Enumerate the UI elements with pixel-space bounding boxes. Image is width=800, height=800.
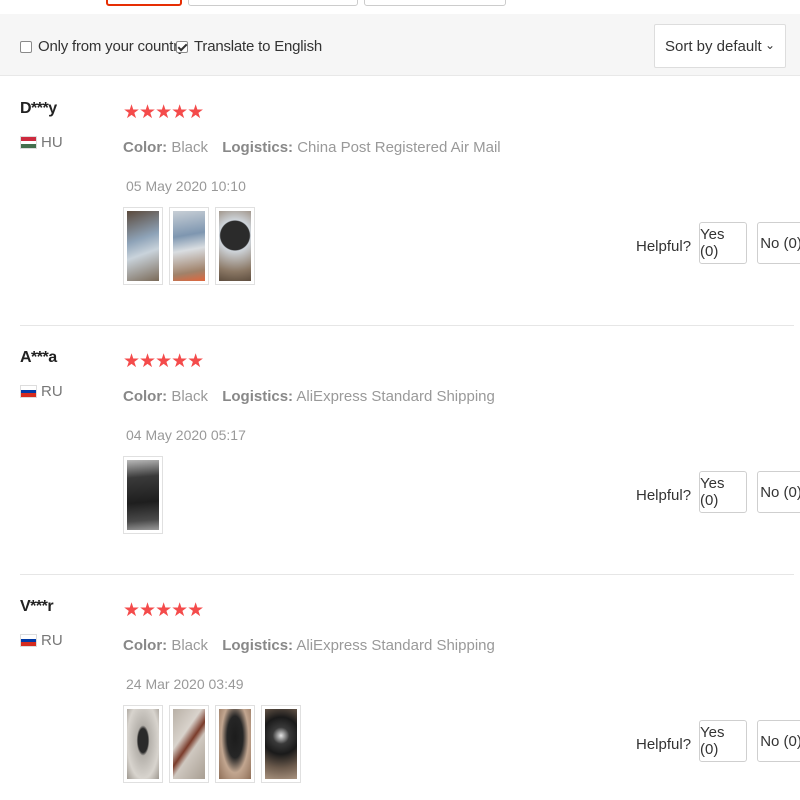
logistics-value: AliExpress Standard Shipping — [296, 388, 495, 405]
flag-ru-icon — [20, 634, 37, 647]
translate-label: Translate to English — [194, 38, 323, 55]
review-photo-thumbnail[interactable] — [123, 705, 163, 783]
logistics-value: China Post Registered Air Mail — [297, 139, 501, 156]
review-photo-thumbnail[interactable] — [123, 456, 163, 534]
star-rating: ★★★★★ — [123, 102, 204, 123]
color-label: Color: — [123, 139, 168, 156]
tab-all[interactable] — [106, 0, 182, 6]
helpful-yes-button[interactable]: Yes (0) — [699, 720, 748, 762]
color-value: Black — [171, 139, 209, 156]
country-code: HU — [41, 134, 63, 151]
helpful-yes-button[interactable]: Yes (0) — [699, 222, 748, 264]
star-rating: ★★★★★ — [123, 351, 204, 372]
reviewer-country: RU — [20, 632, 63, 649]
review-date: 04 May 2020 05:17 — [126, 427, 246, 443]
review-attributes: Color: Black Logistics: China Post Regis… — [123, 139, 501, 156]
logistics-label: Logistics: — [222, 139, 294, 156]
reviewer-country: RU — [20, 383, 63, 400]
review-item: D***y HU ★★★★★ Color: Black Logistics: C… — [0, 77, 800, 326]
color-value: Black — [171, 637, 209, 654]
reviewer-name: V***r — [20, 598, 54, 615]
review-photos — [123, 456, 163, 534]
color-value: Black — [171, 388, 209, 405]
reviewer-name: D***y — [20, 100, 57, 117]
reviewer-name: A***a — [20, 349, 57, 366]
sort-select[interactable]: Sort by default ⌄ — [654, 24, 786, 68]
checkbox-icon — [20, 40, 32, 53]
review-attributes: Color: Black Logistics: AliExpress Stand… — [123, 637, 495, 654]
flag-ru-icon — [20, 385, 37, 398]
sort-label: Sort by default — [665, 37, 762, 55]
color-label: Color: — [123, 637, 168, 654]
review-item: A***a RU ★★★★★ Color: Black Logistics: A… — [0, 326, 800, 575]
helpful-label: Helpful? — [636, 237, 692, 255]
helpful-no-button[interactable]: No (0) — [757, 720, 800, 762]
helpful-label: Helpful? — [636, 486, 692, 504]
checkbox-checked-icon — [176, 40, 188, 53]
flag-hu-icon — [20, 136, 37, 149]
review-item: V***r RU ★★★★★ Color: Black Logistics: A… — [0, 575, 800, 800]
review-photo-thumbnail[interactable] — [169, 705, 209, 783]
review-photos — [123, 207, 255, 285]
tab-additional[interactable] — [364, 0, 506, 6]
logistics-label: Logistics: — [222, 388, 294, 405]
review-photo-thumbnail[interactable] — [215, 207, 255, 285]
helpful-section: Helpful? Yes (0) No (0) — [636, 222, 800, 264]
helpful-section: Helpful? Yes (0) No (0) — [636, 720, 800, 762]
review-date: 05 May 2020 10:10 — [126, 178, 246, 194]
helpful-no-button[interactable]: No (0) — [757, 471, 800, 513]
tab-photo[interactable] — [188, 0, 358, 6]
logistics-value: AliExpress Standard Shipping — [296, 637, 495, 654]
only-country-checkbox[interactable]: Only from your country — [20, 38, 186, 55]
review-photos — [123, 705, 301, 783]
review-attributes: Color: Black Logistics: AliExpress Stand… — [123, 388, 495, 405]
color-label: Color: — [123, 388, 168, 405]
helpful-label: Helpful? — [636, 735, 692, 753]
review-photo-thumbnail[interactable] — [261, 705, 301, 783]
helpful-yes-button[interactable]: Yes (0) — [699, 471, 748, 513]
chevron-down-icon: ⌄ — [764, 38, 775, 52]
star-rating: ★★★★★ — [123, 600, 204, 621]
helpful-section: Helpful? Yes (0) No (0) — [636, 471, 800, 513]
only-country-label: Only from your country — [38, 38, 186, 55]
country-code: RU — [41, 632, 63, 649]
translate-checkbox[interactable]: Translate to English — [176, 38, 322, 55]
review-photo-thumbnail[interactable] — [169, 207, 209, 285]
logistics-label: Logistics: — [222, 637, 294, 654]
helpful-no-button[interactable]: No (0) — [757, 222, 800, 264]
reviewer-country: HU — [20, 134, 63, 151]
review-tabs — [0, 0, 800, 14]
review-photo-thumbnail[interactable] — [215, 705, 255, 783]
review-date: 24 Mar 2020 03:49 — [126, 676, 244, 692]
filter-bar: Only from your country Translate to Engl… — [0, 14, 800, 76]
country-code: RU — [41, 383, 63, 400]
review-photo-thumbnail[interactable] — [123, 207, 163, 285]
